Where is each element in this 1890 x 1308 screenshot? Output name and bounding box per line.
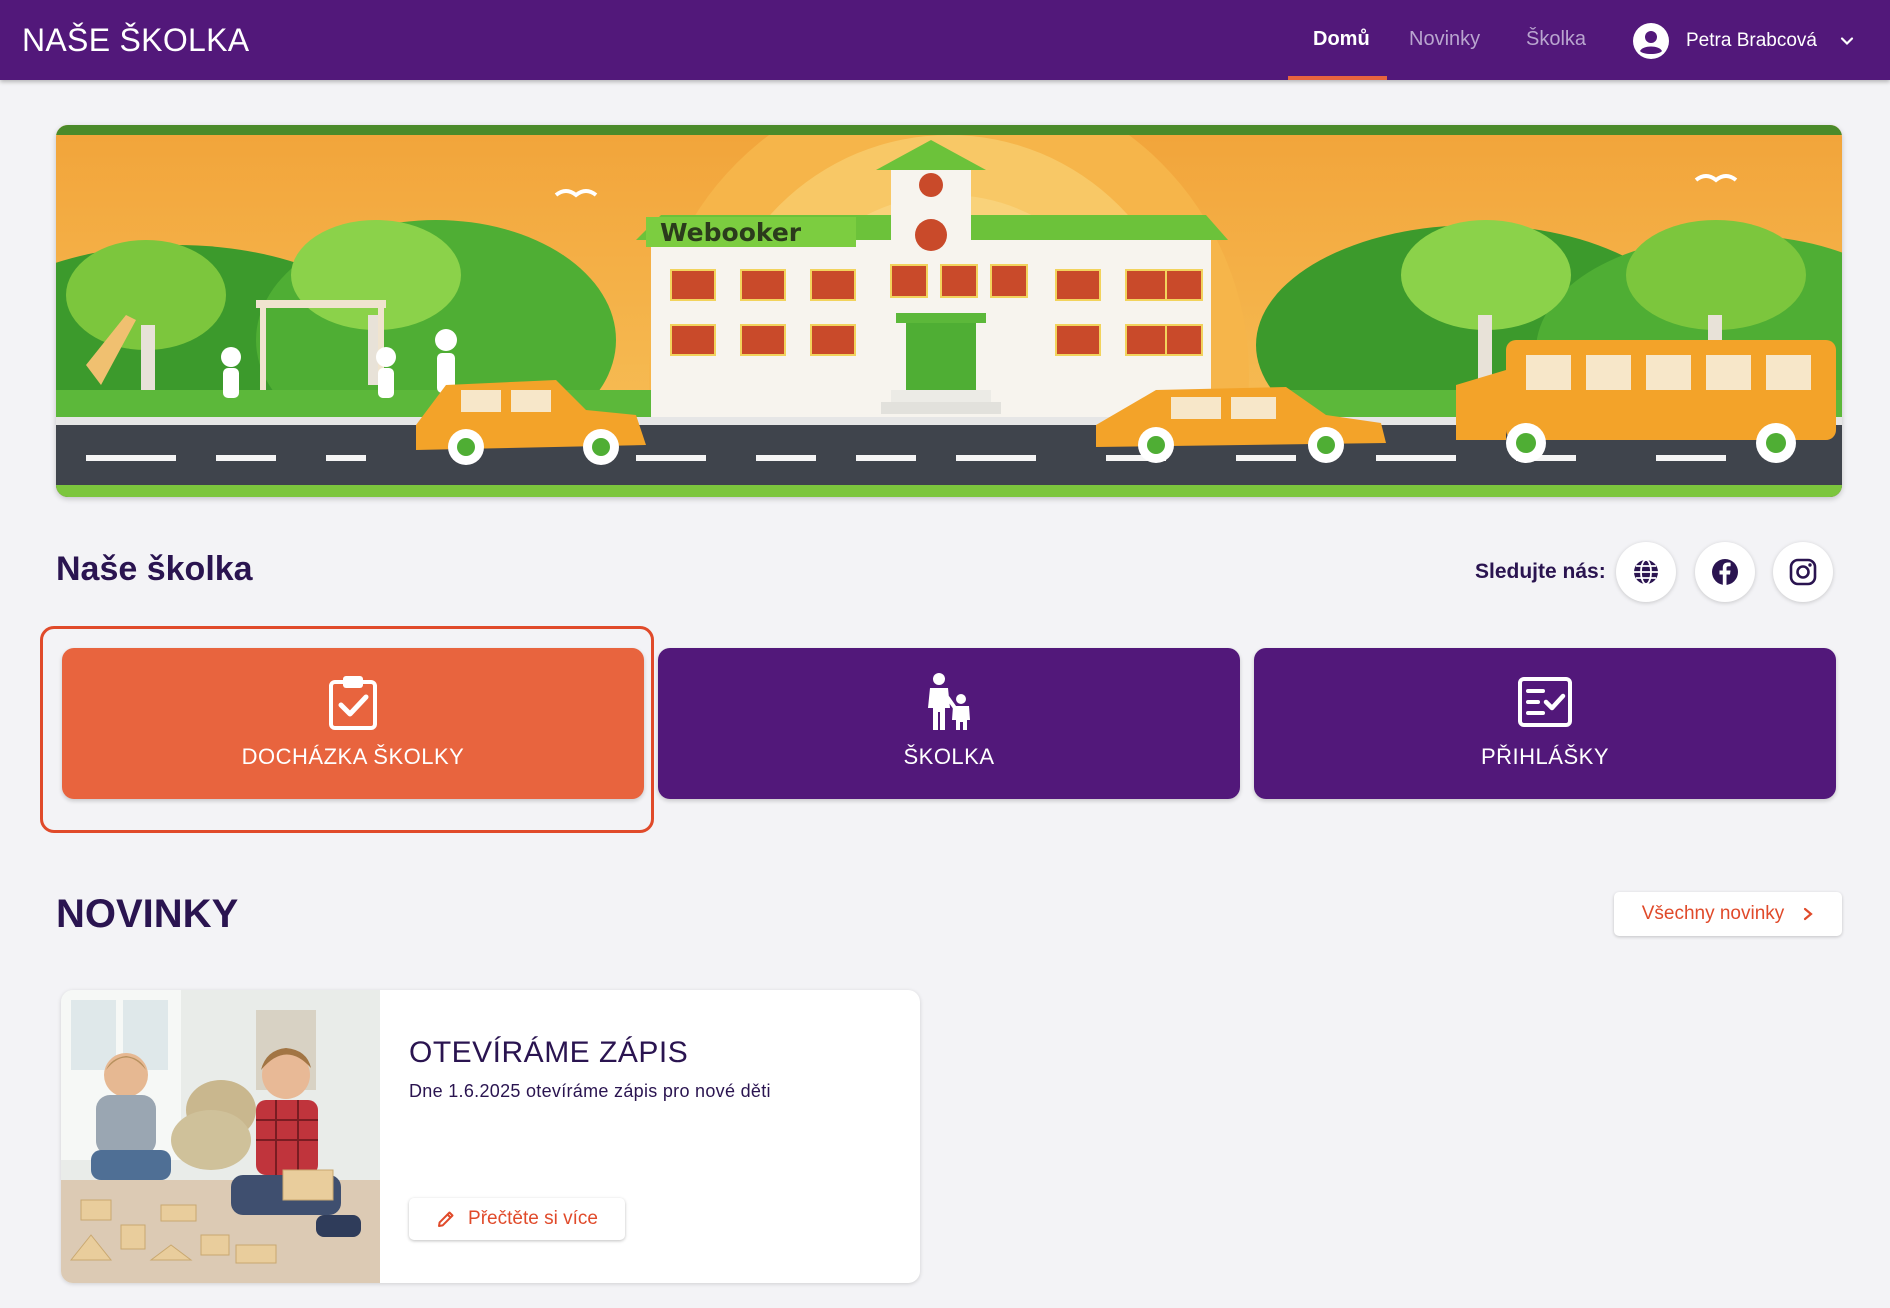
account-circle-icon	[1633, 23, 1669, 59]
tile-prihlasky[interactable]: PŘIHLÁŠKY	[1254, 648, 1836, 799]
news-headline[interactable]: OTEVÍRÁME ZÁPIS	[409, 1036, 688, 1070]
news-photo-children-playing	[61, 990, 380, 1283]
parent-child-icon	[928, 673, 970, 730]
hero-banner: Webooker	[56, 125, 1842, 497]
tile-label: ŠKOLKA	[903, 744, 995, 769]
kindergarten-illustration: Webooker	[56, 125, 1842, 497]
user-menu[interactable]: Petra Brabcová	[1632, 22, 1855, 60]
tile-label: DOCHÁZKA ŠKOLKY	[241, 744, 465, 769]
tile-skolka[interactable]: ŠKOLKA	[658, 648, 1240, 799]
user-name: Petra Brabcová	[1686, 30, 1817, 51]
top-app-bar: NAŠE ŠKOLKA Domů Novinky Školka Petra Br…	[0, 0, 1890, 80]
follow-label: Sledujte nás:	[1475, 560, 1606, 583]
website-link[interactable]	[1616, 542, 1676, 602]
instagram-link[interactable]	[1773, 542, 1833, 602]
clipboard-check-icon	[329, 676, 377, 730]
news-section-title: NOVINKY	[56, 892, 239, 936]
all-news-button[interactable]: Všechny novinky	[1614, 892, 1842, 936]
facebook-icon	[1712, 559, 1738, 585]
read-more-button[interactable]: Přečtěte si více	[409, 1198, 625, 1240]
tile-dochazka-skolky[interactable]: DOCHÁZKA ŠKOLKY	[62, 648, 644, 799]
nav-item-novinky[interactable]: Novinky	[1409, 28, 1480, 51]
nav-item-skolka[interactable]: Školka	[1526, 28, 1586, 51]
pencil-icon	[438, 1211, 454, 1227]
read-more-label: Přečtěte si více	[468, 1208, 598, 1229]
checklist-form-icon	[1518, 677, 1572, 727]
all-news-label: Všechny novinky	[1641, 903, 1785, 924]
facebook-link[interactable]	[1695, 542, 1755, 602]
nav-item-domu[interactable]: Domů	[1313, 28, 1370, 51]
globe-icon	[1634, 559, 1658, 585]
instagram-icon	[1789, 558, 1817, 586]
chevron-down-icon	[1840, 37, 1854, 46]
hero-sign-text: Webooker	[660, 218, 802, 247]
news-summary: Dne 1.6.2025 otevíráme zápis pro nové dě…	[409, 1081, 771, 1101]
chevron-right-icon	[1804, 907, 1813, 921]
section-title: Naše školka	[56, 550, 253, 588]
nav-active-indicator	[1288, 76, 1387, 80]
brand-title[interactable]: NAŠE ŠKOLKA	[22, 22, 249, 59]
news-card: OTEVÍRÁME ZÁPIS Dne 1.6.2025 otevíráme z…	[61, 990, 920, 1283]
tile-label: PŘIHLÁŠKY	[1481, 744, 1609, 769]
